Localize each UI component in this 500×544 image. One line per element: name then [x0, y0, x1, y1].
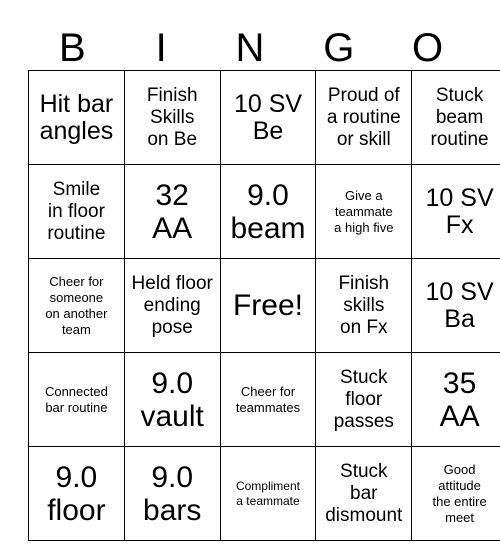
- bingo-cell-text: Stuck floor passes: [333, 366, 394, 432]
- bingo-row-3: Cheer for someone on another team Held f…: [28, 258, 500, 353]
- bingo-cell-text: Free!: [232, 289, 303, 322]
- bingo-cell-text: Stuck beam routine: [430, 84, 489, 150]
- bingo-cell-text: 9.0 bars: [143, 460, 202, 527]
- bingo-cell-text: Smile in floor routine: [47, 178, 106, 244]
- bingo-cell-i5[interactable]: 9.0 bars: [123, 446, 221, 541]
- bingo-cell-i4[interactable]: 9.0 vault: [123, 352, 221, 447]
- bingo-cell-text: 32 AA: [152, 178, 193, 245]
- bingo-cell-b1[interactable]: Hit bar angles: [28, 70, 125, 165]
- bingo-cell-o1[interactable]: Stuck beam routine: [411, 70, 500, 165]
- bingo-cell-n4[interactable]: Cheer for teammates: [219, 352, 317, 447]
- bingo-cell-free-space[interactable]: Free!: [219, 258, 317, 353]
- bingo-cell-o4[interactable]: 35 AA: [411, 352, 500, 447]
- bingo-cell-b3[interactable]: Cheer for someone on another team: [28, 258, 125, 353]
- bingo-cell-g1[interactable]: Proud of a routine or skill: [315, 70, 413, 165]
- bingo-cell-text: Proud of a routine or skill: [326, 84, 401, 150]
- header-letter-o: O: [412, 26, 444, 70]
- bingo-cell-g4[interactable]: Stuck floor passes: [315, 352, 413, 447]
- bingo-row-4: Connected bar routine 9.0 vault Cheer fo…: [28, 352, 500, 447]
- bingo-row-1: Hit bar angles Finish Skills on Be 10 SV…: [28, 70, 500, 165]
- bingo-grid-body: Hit bar angles Finish Skills on Be 10 SV…: [28, 70, 500, 541]
- bingo-cell-text: 10 SV Be: [233, 89, 303, 145]
- bingo-cell-g5[interactable]: Stuck bar dismount: [315, 446, 413, 541]
- bingo-cell-text: 9.0 vault: [140, 366, 204, 433]
- bingo-cell-b5[interactable]: 9.0 floor: [28, 446, 125, 541]
- bingo-cell-text: Give a teammate a high five: [334, 187, 394, 235]
- bingo-cell-o3[interactable]: 10 SV Ba: [411, 258, 500, 353]
- bingo-cell-n5[interactable]: Compliment a teammate: [219, 446, 317, 541]
- bingo-row-2: Smile in floor routine 32 AA 9.0 beam Gi…: [28, 164, 500, 259]
- bingo-cell-text: Finish Skills on Be: [146, 84, 198, 150]
- bingo-cell-text: 35 AA: [439, 366, 480, 433]
- bingo-cell-text: Cheer for someone on another team: [45, 273, 108, 337]
- bingo-header-row: B I N G O: [28, 12, 472, 70]
- bingo-cell-b4[interactable]: Connected bar routine: [28, 352, 125, 447]
- bingo-row-5: 9.0 floor 9.0 bars Compliment a teammate…: [28, 446, 500, 541]
- bingo-cell-text: Finish skills on Fx: [338, 272, 390, 338]
- bingo-cell-text: 9.0 floor: [47, 460, 106, 527]
- bingo-cell-i3[interactable]: Held floor ending pose: [123, 258, 221, 353]
- header-letter-g: G: [323, 26, 355, 70]
- bingo-card: B I N G O Hit bar angles Finish Skills o…: [28, 12, 500, 541]
- bingo-grid: Hit bar angles Finish Skills on Be 10 SV…: [28, 70, 500, 541]
- bingo-cell-i1[interactable]: Finish Skills on Be: [123, 70, 221, 165]
- header-letter-i: I: [155, 26, 167, 70]
- bingo-cell-text: 10 SV Fx: [425, 183, 494, 239]
- bingo-cell-n1[interactable]: 10 SV Be: [219, 70, 317, 165]
- bingo-cell-text: 10 SV Ba: [425, 277, 494, 333]
- bingo-cell-o2[interactable]: 10 SV Fx: [411, 164, 500, 259]
- bingo-cell-text: Compliment a teammate: [235, 478, 300, 508]
- bingo-cell-text: Cheer for teammates: [235, 383, 301, 415]
- bingo-cell-i2[interactable]: 32 AA: [123, 164, 221, 259]
- bingo-cell-n2[interactable]: 9.0 beam: [219, 164, 317, 259]
- bingo-cell-text: 9.0 beam: [230, 178, 306, 245]
- bingo-cell-g2[interactable]: Give a teammate a high five: [315, 164, 413, 259]
- bingo-cell-o5[interactable]: Good attitude the entire meet: [411, 446, 500, 541]
- bingo-cell-text: Held floor ending pose: [131, 272, 213, 338]
- header-letter-b: B: [59, 26, 86, 70]
- bingo-cell-b2[interactable]: Smile in floor routine: [28, 164, 125, 259]
- header-letter-n: N: [235, 26, 265, 70]
- bingo-cell-text: Connected bar routine: [44, 383, 108, 415]
- bingo-cell-text: Good attitude the entire meet: [432, 461, 487, 525]
- bingo-cell-text: Stuck bar dismount: [325, 460, 403, 526]
- bingo-cell-g3[interactable]: Finish skills on Fx: [315, 258, 413, 353]
- bingo-cell-text: Hit bar angles: [39, 89, 114, 145]
